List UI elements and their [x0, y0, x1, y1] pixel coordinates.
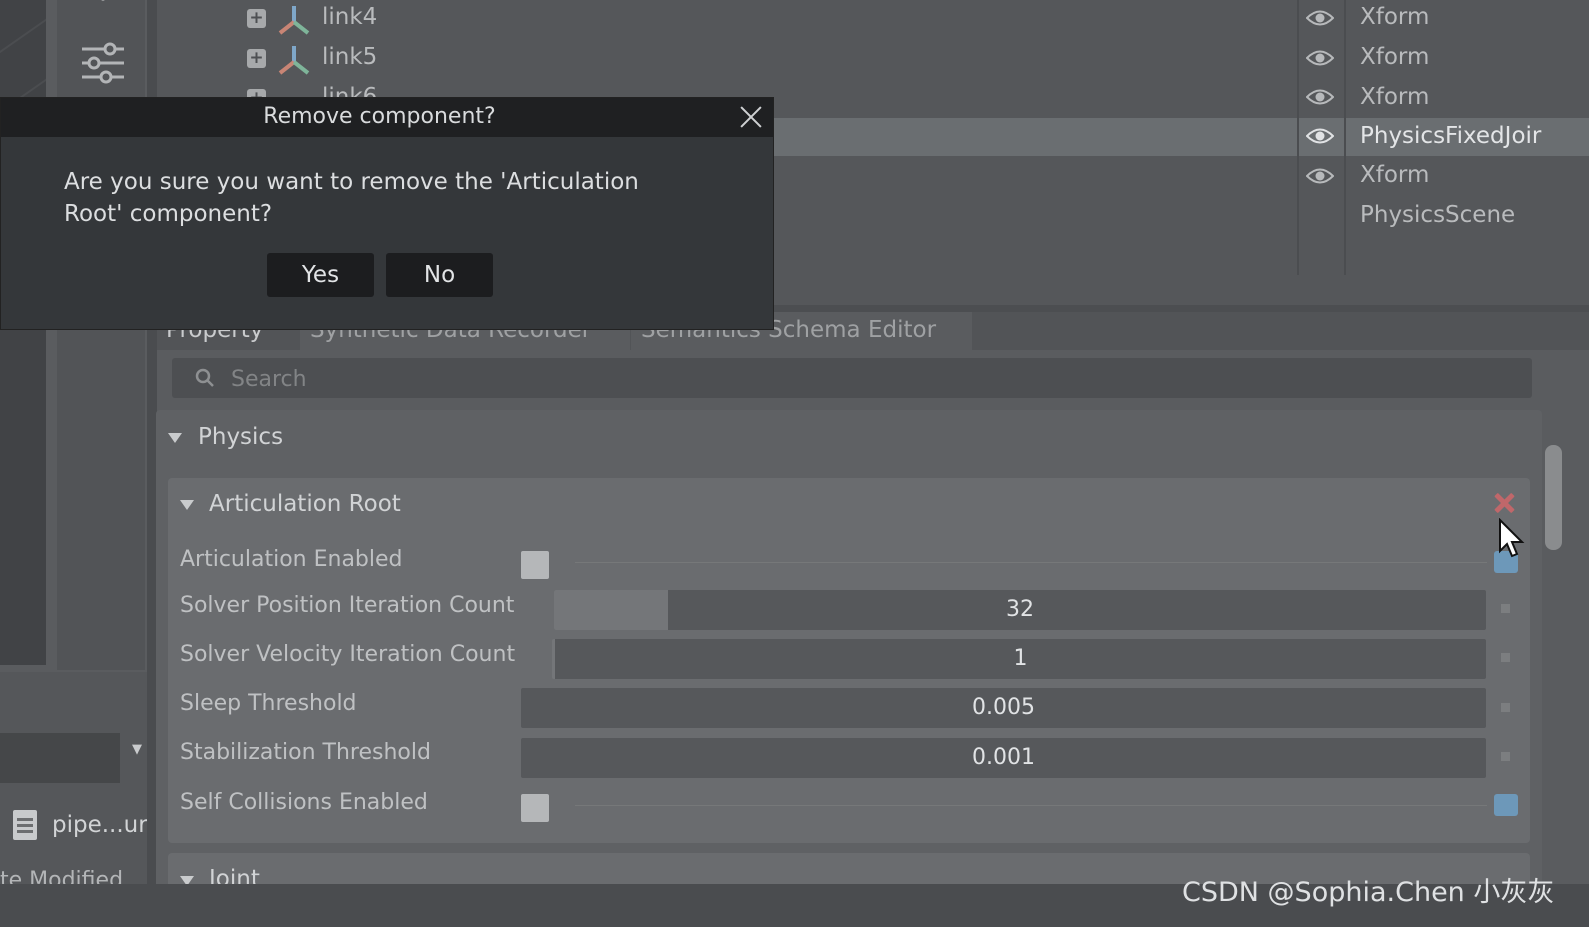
watermark: CSDN @Sophia.Chen 小灰灰: [1182, 877, 1555, 908]
close-icon[interactable]: [739, 105, 763, 129]
search-icon: [195, 368, 214, 387]
section-title[interactable]: Physics: [198, 424, 283, 450]
no-button[interactable]: No: [386, 253, 493, 297]
self-collisions-checkbox[interactable]: [521, 794, 549, 822]
property-label: Stabilization Threshold: [180, 740, 431, 765]
collapse-caret-icon[interactable]: [180, 500, 194, 510]
prim-type: Xform: [1360, 84, 1430, 110]
articulation-enabled-checkbox[interactable]: [521, 551, 549, 579]
visibility-eye-icon[interactable]: [1306, 88, 1334, 106]
visibility-eye-icon[interactable]: [1306, 167, 1334, 185]
column-divider: [1297, 0, 1299, 275]
prim-name: link4: [322, 4, 378, 30]
field-value: 1: [1013, 646, 1028, 671]
content-browser-panel: [0, 672, 147, 900]
property-label: Self Collisions Enabled: [180, 790, 428, 815]
sleep-threshold-field[interactable]: 0.005: [521, 688, 1486, 728]
field-value: 0.005: [972, 695, 1035, 720]
yes-button[interactable]: Yes: [267, 253, 374, 297]
prim-type: Xform: [1360, 162, 1430, 188]
cube-icon[interactable]: [87, 0, 119, 8]
settings-sliders-icon[interactable]: [80, 42, 126, 84]
column-divider: [1344, 0, 1346, 275]
field-value: 32: [1006, 597, 1034, 622]
file-name[interactable]: pipe...ur: [52, 812, 148, 838]
remove-component-dialog: Remove component? Are you sure you want …: [0, 97, 774, 330]
prim-name: link5: [322, 44, 378, 70]
default-value-indicator[interactable]: [1501, 703, 1510, 712]
default-value-indicator[interactable]: [1501, 604, 1510, 613]
scrollbar-thumb[interactable]: [1545, 445, 1562, 550]
property-label: Articulation Enabled: [180, 547, 403, 572]
divider-line: [575, 562, 1487, 563]
expand-icon[interactable]: +: [247, 49, 266, 68]
dialog-title: Remove component?: [263, 104, 496, 129]
prim-type: Xform: [1360, 44, 1430, 70]
property-label: Solver Position Iteration Count: [180, 593, 515, 618]
default-value-indicator[interactable]: [1501, 752, 1510, 761]
content-browser-field[interactable]: [0, 733, 120, 783]
prim-type: PhysicsScene: [1360, 202, 1516, 228]
expand-icon[interactable]: +: [247, 9, 266, 28]
field-value: 0.001: [972, 745, 1035, 770]
collapse-caret-icon[interactable]: [168, 433, 182, 443]
property-label: Sleep Threshold: [180, 691, 357, 716]
dialog-message: Are you sure you want to remove the 'Art…: [64, 169, 639, 227]
visibility-eye-icon[interactable]: [1306, 9, 1334, 27]
mouse-cursor-icon: [1499, 518, 1525, 558]
xform-axis-icon: [278, 46, 310, 75]
dropdown-arrow-icon[interactable]: ▼: [132, 742, 142, 757]
default-value-indicator[interactable]: [1494, 794, 1518, 816]
prim-type: PhysicsFixedJoir: [1360, 123, 1542, 149]
property-label: Solver Velocity Iteration Count: [180, 642, 516, 667]
file-icon: [13, 810, 37, 840]
section-title[interactable]: Articulation Root: [209, 491, 401, 517]
slider-fill: [554, 590, 668, 630]
divider-line: [575, 805, 1487, 806]
visibility-eye-icon[interactable]: [1306, 49, 1334, 67]
search-input[interactable]: [231, 364, 1511, 394]
visibility-eye-icon[interactable]: [1306, 127, 1334, 145]
default-value-indicator[interactable]: [1501, 653, 1510, 662]
remove-component-icon[interactable]: [1492, 491, 1516, 515]
stabilization-threshold-field[interactable]: 0.001: [521, 738, 1486, 778]
prim-type: Xform: [1360, 4, 1430, 30]
solver-position-iteration-field[interactable]: 32: [554, 590, 1486, 630]
solver-velocity-iteration-field[interactable]: 1: [552, 639, 1486, 679]
xform-axis-icon: [278, 6, 310, 35]
